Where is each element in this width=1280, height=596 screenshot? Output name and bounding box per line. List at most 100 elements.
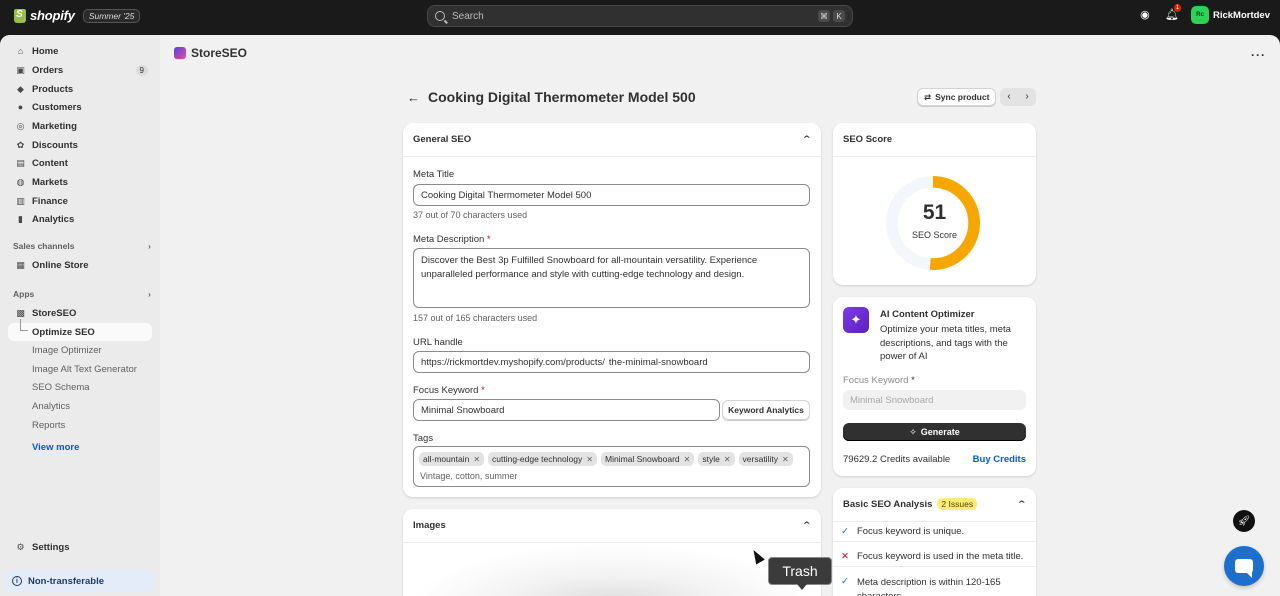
- tags-placeholder[interactable]: Vintage, cotton, summer: [419, 471, 804, 481]
- tag-label: versatility: [742, 454, 778, 464]
- focus-keyword-input[interactable]: Minimal Snowboard: [413, 399, 720, 421]
- tags-input[interactable]: all-mountain ✕ cutting-edge technology ✕ M…: [413, 446, 810, 487]
- sales-channels-heading[interactable]: Sales channels ›: [13, 241, 151, 251]
- apps-heading[interactable]: Apps ›: [13, 289, 151, 299]
- analysis-check-row[interactable]: ✓ Meta description is within 120-165 char…: [833, 571, 1036, 596]
- chat-button[interactable]: [1224, 546, 1264, 586]
- sidebar-item-settings[interactable]: ⚙ Settings: [8, 538, 152, 556]
- sidebar-item-content[interactable]: ▤ Content: [8, 154, 152, 172]
- card-title: General SEO: [413, 134, 472, 145]
- next-icon[interactable]: ›: [1018, 88, 1036, 106]
- app-title: StoreSEO: [191, 46, 248, 60]
- sidebar-item-image-optimizer[interactable]: Image Optimizer: [8, 341, 152, 359]
- sidekick-icon[interactable]: ◉: [1139, 9, 1151, 21]
- generate-button[interactable]: ✧ Generate: [843, 423, 1026, 441]
- rocket-icon[interactable]: 🚀︎: [1233, 510, 1255, 532]
- chat-bubble-icon: [1235, 559, 1253, 578]
- basic-seo-analysis-header[interactable]: Basic SEO Analysis 2 Issues ⌃: [833, 488, 1036, 522]
- sidebar-item-home[interactable]: ⌂ Home: [8, 42, 152, 60]
- sidebar-item-markets[interactable]: ◍ Markets: [8, 173, 152, 191]
- search-bar[interactable]: Search ⌘ K: [427, 5, 853, 27]
- apps-label: Apps: [13, 289, 35, 299]
- storeseo-app-icon: ▩: [16, 307, 25, 318]
- tag-label: cutting-edge technology: [492, 454, 583, 464]
- sync-product-button[interactable]: ⇄ Sync product: [917, 88, 997, 106]
- buy-credits-link[interactable]: Buy Credits: [973, 454, 1026, 465]
- sparkle-icon: ✧: [909, 426, 917, 437]
- analysis-check-text: Focus keyword is unique.: [856, 526, 965, 537]
- sidebar-item-discounts[interactable]: ✿ Discounts: [8, 136, 152, 154]
- sidebar-item-customers[interactable]: ● Customers: [8, 98, 152, 116]
- chevron-up-icon[interactable]: ⌃: [1017, 499, 1028, 510]
- gear-icon: ⚙: [16, 541, 25, 552]
- chevron-up-icon[interactable]: ⌃: [802, 134, 813, 145]
- meta-description-value: Discover the Best 3p Fulfilled Snowboard…: [421, 255, 758, 280]
- issues-badge: 2 Issues: [937, 498, 978, 510]
- remove-tag-icon[interactable]: ✕: [586, 455, 593, 464]
- remove-tag-icon[interactable]: ✕: [724, 455, 731, 464]
- sidebar-item-label: Image Optimizer: [32, 344, 102, 356]
- meta-description-label: Meta Description *: [413, 234, 491, 245]
- sidebar-item-label: Discounts: [32, 139, 78, 151]
- sidebar-item-image-alt-text[interactable]: Image Alt Text Generator: [8, 360, 152, 378]
- required-asterisk: *: [486, 234, 491, 245]
- sidebar-item-products[interactable]: ◆ Products: [8, 80, 152, 98]
- more-actions-icon[interactable]: ···: [1251, 48, 1266, 62]
- sidebar-item-label: StoreSEO: [32, 307, 77, 319]
- edition-badge[interactable]: Summer '25: [82, 8, 141, 23]
- sidebar-item-seo-schema[interactable]: SEO Schema: [8, 378, 152, 396]
- non-transferable-banner[interactable]: i Non-transferable: [4, 570, 155, 592]
- analysis-check-row[interactable]: ✓ Focus keyword is unique.: [833, 522, 1036, 542]
- analysis-check-row[interactable]: ✕ Focus keyword is used in the meta title…: [833, 547, 1036, 567]
- pagination: ‹ ›: [1000, 88, 1036, 106]
- general-seo-header[interactable]: General SEO ⌃: [403, 123, 821, 157]
- remove-tag-icon[interactable]: ✕: [684, 455, 691, 464]
- meta-title-char-count: 37 out of 70 characters used: [413, 210, 528, 220]
- sidebar-item-online-store[interactable]: ▦ Online Store: [8, 256, 152, 274]
- sidebar-item-storeseo[interactable]: ▩ StoreSEO: [8, 304, 152, 322]
- trash-tooltip: Trash: [768, 557, 832, 590]
- sidebar-item-label: Reports: [32, 419, 66, 431]
- chart-icon: ▮: [18, 213, 23, 224]
- store-menu[interactable]: Rc RickMortdev: [1190, 6, 1270, 24]
- sidebar-item-analytics[interactable]: ▮ Analytics: [8, 210, 152, 228]
- meta-title-value: Cooking Digital Thermometer Model 500: [421, 189, 592, 201]
- cross-icon: ✕: [841, 551, 849, 562]
- sidebar-item-label: Customers: [32, 101, 82, 113]
- images-header[interactable]: Images ⌃: [403, 509, 821, 543]
- store-name: RickMortdev: [1212, 9, 1270, 21]
- remove-tag-icon[interactable]: ✕: [473, 455, 480, 464]
- sidebar-item-label: Home: [32, 45, 59, 57]
- chevron-up-icon[interactable]: ⌃: [802, 520, 813, 531]
- view-more-link[interactable]: View more: [32, 442, 79, 453]
- remove-tag-icon[interactable]: ✕: [782, 455, 789, 464]
- sidebar-item-orders[interactable]: ▣ Orders 9: [8, 61, 152, 79]
- previous-icon[interactable]: ‹: [1000, 88, 1018, 106]
- storeseo-logo-icon: [174, 47, 186, 59]
- sidebar-item-app-analytics[interactable]: Analytics: [8, 397, 152, 415]
- back-arrow-icon[interactable]: ←: [407, 90, 420, 105]
- tag-list: all-mountain ✕ cutting-edge technology ✕ M…: [419, 452, 804, 466]
- sales-channels-label: Sales channels: [13, 241, 75, 251]
- sync-icon: ⇄: [924, 91, 932, 102]
- sidebar-item-reports[interactable]: Reports: [8, 416, 152, 434]
- focus-keyword-label: Focus Keyword *: [413, 385, 485, 396]
- sidebar-item-finance[interactable]: ▥ Finance: [8, 192, 152, 210]
- top-bar: shopify Summer '25 Search ⌘ K ◉ 🔔︎1 Rc R…: [0, 0, 1280, 33]
- basic-seo-title: Basic SEO Analysis 2 Issues: [843, 498, 978, 510]
- sidebar-item-optimize-seo[interactable]: Optimize SEO: [8, 319, 152, 341]
- keyword-analytics-button[interactable]: Keyword Analytics: [722, 400, 810, 420]
- url-handle-input[interactable]: https://rickmortdev.myshopify.com/produc…: [413, 351, 810, 373]
- sidebar-item-marketing[interactable]: ◎ Marketing: [8, 117, 152, 135]
- page-header: ← Cooking Digital Thermometer Model 500: [407, 89, 696, 105]
- main-content: StoreSEO ··· ← Cooking Digital Thermomet…: [160, 35, 1280, 596]
- sidebar-item-label: Optimize SEO: [32, 326, 95, 338]
- bank-icon: ▥: [16, 195, 25, 206]
- sidebar-item-label: Orders: [32, 64, 64, 76]
- shopify-logo[interactable]: shopify Summer '25: [14, 8, 141, 23]
- meta-description-char-count: 157 out of 165 characters used: [413, 313, 538, 323]
- card-title: Images: [413, 520, 446, 531]
- meta-description-textarea[interactable]: Discover the Best 3p Fulfilled Snowboard…: [413, 248, 810, 308]
- bell-icon[interactable]: 🔔︎ 1: [1165, 4, 1181, 21]
- meta-title-input[interactable]: Cooking Digital Thermometer Model 500: [413, 184, 810, 206]
